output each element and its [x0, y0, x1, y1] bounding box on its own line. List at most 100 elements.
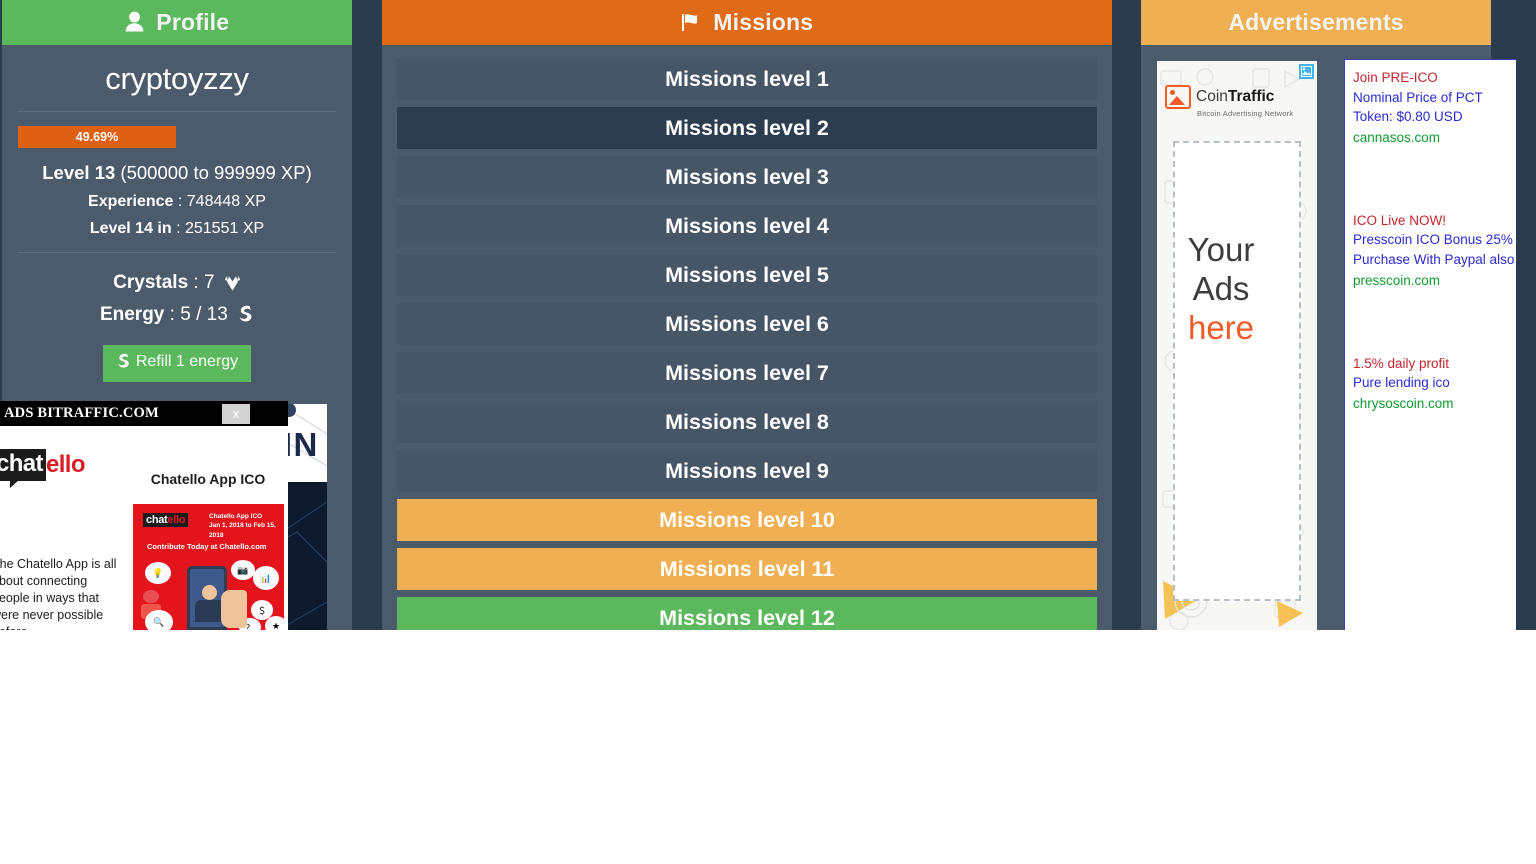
user-icon: [125, 2, 144, 47]
mission-row[interactable]: Missions level 3: [397, 156, 1097, 198]
popup-ad-window: ADS BITRAFFIC.COM x chat ello The Chatel…: [0, 401, 288, 630]
chart-bubble-icon: 📊: [253, 566, 279, 590]
chatello-promo-image: chatello Chatello App ICO Jan 1, 2018 to …: [133, 504, 284, 630]
gem-icon: [224, 274, 241, 297]
stat-experience-value: 748448 XP: [186, 193, 266, 210]
idea-bubble-icon: 💡: [145, 562, 171, 584]
bolt-spiral-icon: [116, 353, 131, 374]
text-ad-url[interactable]: presscoin.com: [1353, 270, 1516, 292]
text-ad[interactable]: Join PRE-ICO Nominal Price of PCT Token:…: [1353, 68, 1516, 149]
stat-next-level: Level 14 in : 251551 XP: [18, 220, 336, 238]
text-ad-body: Nominal Price of PCT Token: $0.80 USD: [1353, 89, 1483, 125]
text-ad[interactable]: 1.5% daily profit Pure lending ico chrys…: [1353, 354, 1516, 415]
crystals-sep: :: [188, 272, 204, 293]
advertisements-panel-body: CoinTraffic Bitcoin Advertising Network …: [1141, 45, 1516, 630]
profile-panel-header-label: Profile: [156, 9, 230, 35]
mission-row[interactable]: Missions level 7: [397, 352, 1097, 394]
stat-experience-label: Experience: [88, 193, 174, 210]
star-bubble-icon: ★: [265, 616, 284, 630]
refill-energy-button[interactable]: Refill 1 energy: [103, 345, 251, 382]
text-ads-frame: Join PRE-ICO Nominal Price of PCT Token:…: [1344, 59, 1516, 630]
mission-row[interactable]: Missions level 5: [397, 254, 1097, 296]
person-head: [202, 585, 217, 600]
popup-ad-titlebar: ADS BITRAFFIC.COM x: [0, 401, 288, 426]
missions-list: Missions level 1 Missions level 2 Missio…: [382, 45, 1112, 630]
ad-placeholder-line3: here: [1187, 308, 1255, 346]
xp-progress-bar: 49.69%: [18, 126, 336, 148]
resources-block: Crystals : 7 Energy : 5 / 13 Refill 1 en…: [18, 253, 336, 382]
text-ad-url[interactable]: chrysoscoin.com: [1353, 393, 1516, 415]
mission-row[interactable]: Missions level 8: [397, 401, 1097, 443]
cointraffic-brand-bold: Traffic: [1227, 88, 1275, 105]
energy-line: Energy : 5 / 13: [18, 304, 336, 329]
ad-placeholder-text: Your Ads here: [1157, 231, 1285, 348]
crystals-line: Crystals : 7: [18, 272, 336, 297]
chatello-description: The Chatello App is all about connecting…: [0, 557, 117, 630]
profile-username: cryptoyzzy: [105, 61, 249, 96]
refill-energy-label: Refill 1 energy: [135, 353, 239, 370]
stat-next-level-value: 251551 XP: [184, 220, 265, 237]
level-line: Level 13 (500000 to 999999 XP): [18, 162, 336, 184]
chatello-card-dates: Chatello App ICO Jan 1, 2018 to Feb 15, 2…: [209, 513, 276, 539]
chatello-card-cta: Contribute Today at Chatello.com: [147, 542, 267, 551]
mission-row[interactable]: Missions level 4: [397, 205, 1097, 247]
heart-icon: [143, 590, 159, 603]
chatello-heading: Chatello App ICO: [150, 471, 266, 487]
stat-next-level-label: Level 14 in: [89, 220, 172, 237]
missions-panel-header-label: Missions: [713, 9, 814, 35]
cointraffic-tagline: Bitcoin Advertising Network: [1197, 109, 1294, 118]
chatello-logo-dark: chat: [0, 449, 46, 488]
ad-placeholder-line1: Your: [1187, 231, 1255, 268]
chatello-card-logo-red: ello: [167, 514, 186, 526]
text-ad-title[interactable]: ICO Live NOW!: [1353, 211, 1516, 231]
level-range: (500000 to 999999 XP): [120, 162, 312, 183]
mission-row[interactable]: Missions level 10: [397, 499, 1097, 541]
app-viewport: Profile cryptoyzzy 49.69% Level 13 (5000…: [0, 0, 1536, 630]
mission-row[interactable]: Missions level 6: [397, 303, 1097, 345]
experience-block: 49.69% Level 13 (500000 to 999999 XP) Ex…: [18, 126, 336, 252]
missions-panel-header: Missions: [382, 0, 1112, 45]
search-bubble-icon: 🔍: [145, 610, 173, 630]
screenshot-canvas: Profile cryptoyzzy 49.69% Level 13 (5000…: [0, 0, 1536, 864]
chatello-logo-red: ello: [45, 451, 86, 478]
advertisements-panel-header: Advertisements: [1141, 0, 1491, 45]
text-ad-title[interactable]: 1.5% daily profit: [1353, 354, 1516, 374]
close-icon[interactable]: x: [222, 404, 250, 424]
popup-ad-content[interactable]: chat ello The Chatello App is all about …: [0, 426, 288, 630]
cointraffic-brand-text: CoinTraffic: [1196, 88, 1274, 106]
chatello-card-logo-dark: chat: [146, 514, 168, 526]
text-ad-body: Presscoin ICO Bonus 25% Purchase With Pa…: [1353, 232, 1515, 268]
crystals-value: 7: [203, 272, 215, 293]
image-placeholder-icon: [1165, 85, 1191, 109]
mission-row[interactable]: Missions level 11: [397, 548, 1097, 590]
stat-experience: Experience : 748448 XP: [18, 193, 336, 211]
ad-placeholder-line2: Ads: [1192, 269, 1250, 307]
profile-panel-header: Profile: [2, 0, 352, 45]
chatello-card-logo: chatello: [143, 513, 189, 527]
energy-value: 5 / 13: [180, 304, 228, 325]
mission-row[interactable]: Missions level 9: [397, 450, 1097, 492]
stat-experience-sep: :: [173, 193, 187, 210]
hand-graphic: [221, 590, 247, 628]
advertisements-panel: Advertisements CoinTraffic Bitcoin Adver…: [1141, 0, 1516, 630]
advertisements-panel-header-label: Advertisements: [1228, 9, 1404, 35]
energy-label: Energy: [99, 304, 165, 325]
energy-sep: :: [164, 304, 181, 325]
mission-row[interactable]: Missions level 12: [397, 597, 1097, 630]
text-ad-title[interactable]: Join PRE-ICO: [1353, 68, 1516, 88]
text-ad[interactable]: ICO Live NOW! Presscoin ICO Bonus 25% Pu…: [1353, 211, 1516, 292]
camera-bubble-icon: 📷: [231, 560, 255, 580]
bolt-spiral-icon: [237, 305, 254, 329]
ad-placeholder-box: [1173, 141, 1301, 601]
mission-row[interactable]: Missions level 1: [397, 58, 1097, 100]
flag-icon: [681, 2, 701, 47]
mission-row[interactable]: Missions level 2: [397, 107, 1097, 149]
cointraffic-brand-light: Coin: [1196, 88, 1228, 105]
crystals-label: Crystals: [113, 272, 189, 293]
popup-ad-title: ADS BITRAFFIC.COM: [4, 405, 159, 421]
cointraffic-banner-ad[interactable]: CoinTraffic Bitcoin Advertising Network …: [1157, 61, 1317, 630]
text-ad-url[interactable]: cannasos.com: [1353, 127, 1516, 149]
broken-image-icon: [1299, 64, 1314, 79]
divider: [18, 111, 336, 112]
level-label: Level 13: [42, 162, 116, 183]
